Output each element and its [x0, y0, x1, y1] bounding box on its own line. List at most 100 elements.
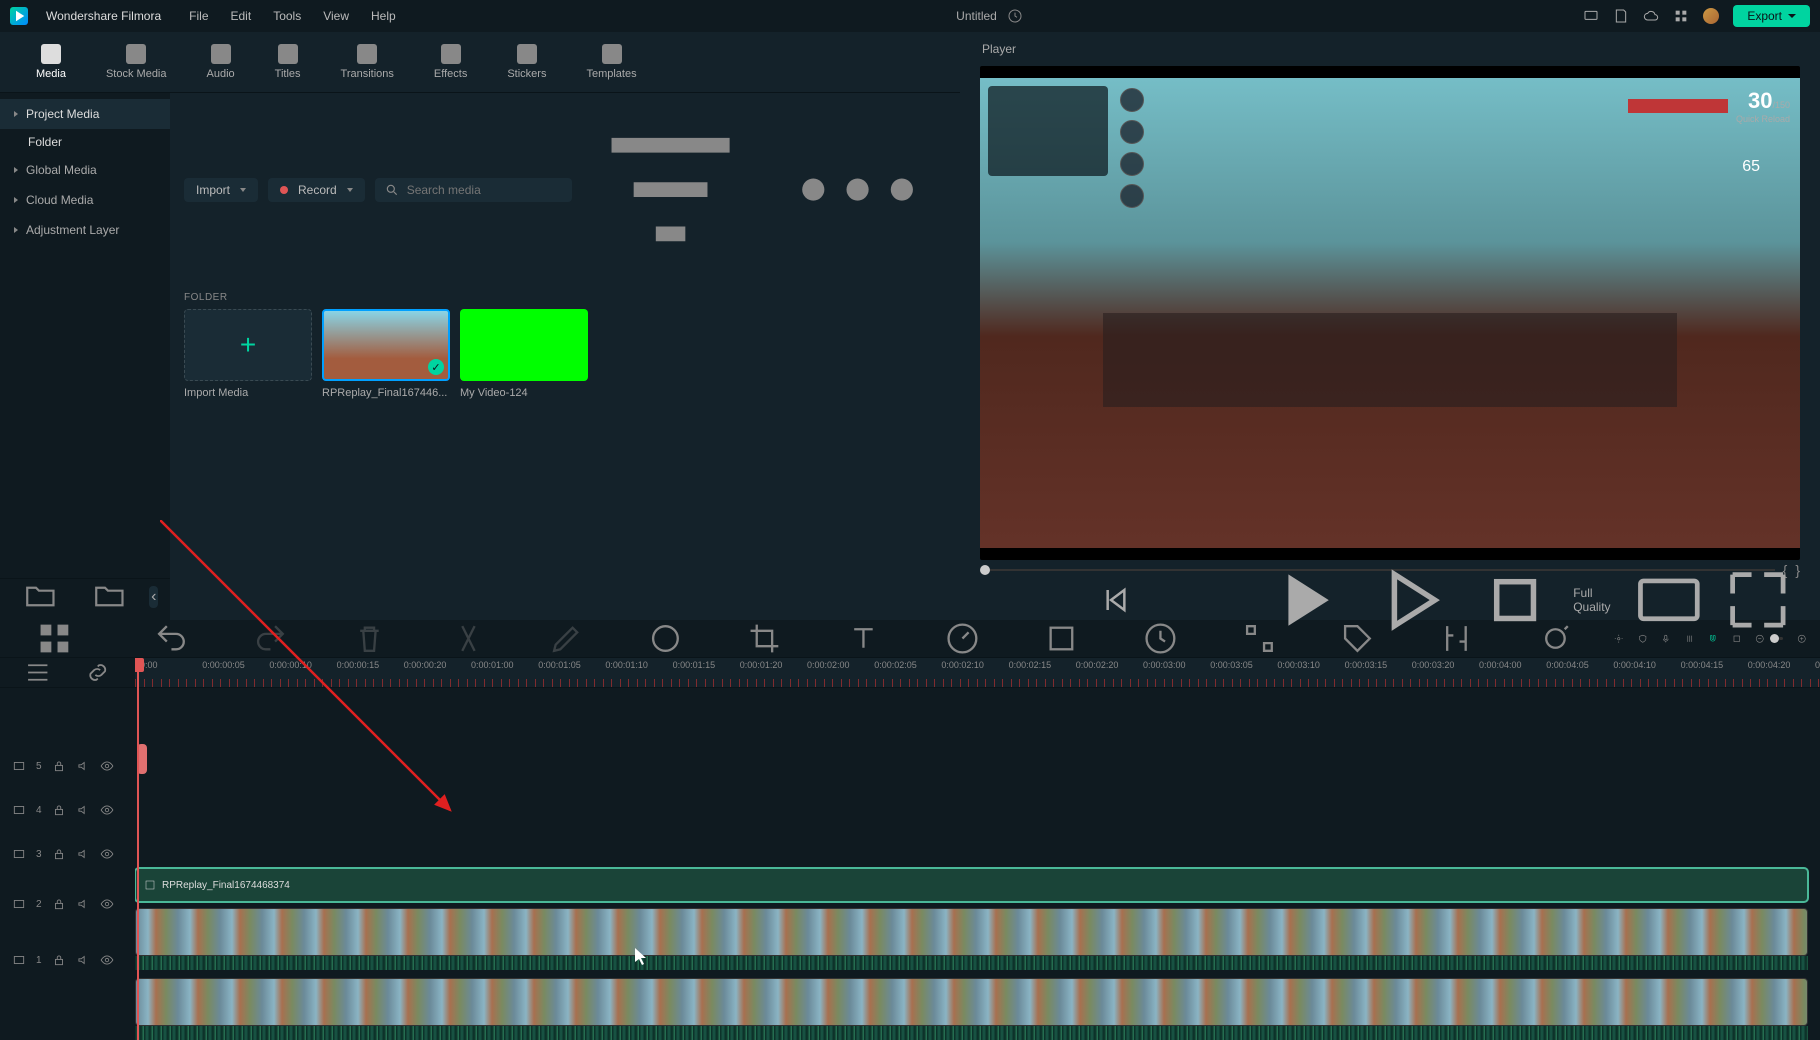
speed-icon[interactable]	[922, 620, 1003, 657]
import-dropdown[interactable]: Import	[184, 178, 258, 202]
tag-icon[interactable]	[1317, 620, 1398, 657]
zoom-slider[interactable]	[1779, 637, 1783, 640]
visibility-icon[interactable]	[100, 803, 114, 817]
timeline-clip-video-2[interactable]	[135, 908, 1808, 956]
tab-transitions[interactable]: Transitions	[335, 40, 400, 84]
mute-icon[interactable]	[76, 803, 90, 817]
apps-icon[interactable]	[1673, 8, 1689, 24]
adjust-icon[interactable]	[1416, 620, 1497, 657]
tracks-icon[interactable]	[14, 658, 62, 687]
import-media-tile[interactable]	[184, 309, 312, 381]
mute-icon[interactable]	[76, 759, 90, 773]
tab-stickers[interactable]: Stickers	[501, 40, 552, 84]
menu-tools[interactable]: Tools	[273, 9, 301, 23]
cloud-upload-icon[interactable]	[1643, 8, 1659, 24]
link-icon[interactable]	[74, 658, 122, 687]
layout-icon[interactable]	[14, 620, 95, 657]
search-input[interactable]	[407, 183, 562, 197]
tab-effects[interactable]: Effects	[428, 40, 473, 84]
prev-frame-icon[interactable]	[984, 580, 1245, 620]
lock-icon[interactable]	[52, 897, 66, 911]
visibility-icon[interactable]	[100, 847, 114, 861]
menu-edit[interactable]: Edit	[231, 9, 252, 23]
more-icon[interactable]	[769, 101, 946, 278]
thumb-import[interactable]: Import Media	[184, 309, 312, 399]
folder-icon[interactable]	[81, 579, 138, 614]
visibility-icon[interactable]	[100, 897, 114, 911]
undo-icon[interactable]	[131, 620, 212, 657]
text-icon[interactable]	[823, 620, 904, 657]
tab-stock-media[interactable]: Stock Media	[100, 40, 173, 84]
menu-help[interactable]: Help	[371, 9, 396, 23]
redo-icon[interactable]	[230, 620, 311, 657]
lock-icon[interactable]	[52, 847, 66, 861]
cloud-sync-icon[interactable]	[1007, 8, 1023, 24]
timeline-clip-video-1[interactable]	[135, 978, 1808, 1026]
timeline-clip-green[interactable]: RPReplay_Final1674468374	[135, 868, 1808, 902]
mute-icon[interactable]	[76, 953, 90, 967]
collapse-sidebar-button[interactable]	[149, 586, 158, 608]
settings-icon[interactable]	[1614, 634, 1624, 644]
mixer-icon[interactable]	[1685, 634, 1695, 644]
track-header-2[interactable]: 2	[0, 876, 135, 932]
search-box[interactable]	[375, 178, 572, 202]
mic-icon[interactable]	[1661, 634, 1671, 644]
sidebar-adjustment-layer[interactable]: Adjustment Layer	[0, 215, 170, 245]
thumb-myvideo[interactable]: My Video-124	[460, 309, 588, 399]
media-thumb-1[interactable]	[322, 309, 450, 381]
lock-icon[interactable]	[52, 759, 66, 773]
save-icon[interactable]	[1613, 8, 1629, 24]
zoom-out-icon[interactable]	[1755, 634, 1765, 644]
crop-icon[interactable]	[724, 620, 805, 657]
track-header-4[interactable]: 4	[0, 788, 135, 832]
clock-icon[interactable]	[1120, 620, 1201, 657]
tab-media[interactable]: Media	[30, 40, 72, 84]
mute-icon[interactable]	[76, 847, 90, 861]
edit-icon[interactable]	[526, 620, 607, 657]
delete-icon[interactable]	[329, 620, 410, 657]
sidebar-project-media[interactable]: Project Media	[0, 99, 170, 129]
menu-file[interactable]: File	[189, 9, 208, 23]
sidebar-global-media[interactable]: Global Media	[0, 155, 170, 185]
new-folder-icon[interactable]	[12, 579, 69, 614]
track-header-1[interactable]: 1	[0, 932, 135, 988]
split-icon[interactable]	[428, 620, 509, 657]
playhead[interactable]	[137, 658, 139, 1040]
avatar[interactable]	[1703, 8, 1719, 24]
shield-icon[interactable]	[1638, 634, 1648, 644]
filter-icon[interactable]	[582, 101, 759, 278]
media-thumb-2[interactable]	[460, 309, 588, 381]
tab-titles[interactable]: Titles	[269, 40, 307, 84]
sidebar-folder[interactable]: Folder	[0, 129, 170, 155]
circle-icon[interactable]	[625, 620, 706, 657]
quality-dropdown[interactable]: Full Quality	[1573, 586, 1616, 614]
tab-templates[interactable]: Templates	[580, 40, 642, 84]
export-button[interactable]: Export	[1733, 5, 1810, 27]
scrubber-handle[interactable]	[980, 565, 990, 575]
tab-audio[interactable]: Audio	[201, 40, 241, 84]
color-icon[interactable]	[1021, 620, 1102, 657]
visibility-icon[interactable]	[100, 953, 114, 967]
marker-icon[interactable]	[1732, 634, 1742, 644]
display-icon[interactable]	[1583, 8, 1599, 24]
track-header-5[interactable]: 5	[0, 744, 135, 788]
timeline-clip-audio-1[interactable]	[135, 1026, 1808, 1040]
thumb-rpreplay[interactable]: RPReplay_Final167446...	[322, 309, 450, 399]
timeline-tracks[interactable]: 00:000:00:00:050:00:00:100:00:00:150:00:…	[135, 658, 1820, 1040]
time-ruler[interactable]: 00:000:00:00:050:00:00:100:00:00:150:00:…	[135, 658, 1820, 688]
timeline-clip-audio-2[interactable]	[135, 956, 1808, 970]
mute-icon[interactable]	[76, 897, 90, 911]
lock-icon[interactable]	[52, 803, 66, 817]
player-view[interactable]: 30/150 Quick Reload 65	[980, 66, 1800, 560]
zoom-in-icon[interactable]	[1797, 634, 1807, 644]
magnet-icon[interactable]	[1708, 634, 1718, 644]
lock-icon[interactable]	[52, 953, 66, 967]
tracking-icon[interactable]	[1219, 620, 1300, 657]
track-header-3[interactable]: 3	[0, 832, 135, 876]
menu-view[interactable]: View	[323, 9, 349, 23]
mark-out-icon[interactable]: }	[1795, 562, 1800, 578]
record-dropdown[interactable]: Record	[268, 178, 365, 202]
enhance-icon[interactable]	[1515, 620, 1596, 657]
visibility-icon[interactable]	[100, 759, 114, 773]
sidebar-cloud-media[interactable]: Cloud Media	[0, 185, 170, 215]
